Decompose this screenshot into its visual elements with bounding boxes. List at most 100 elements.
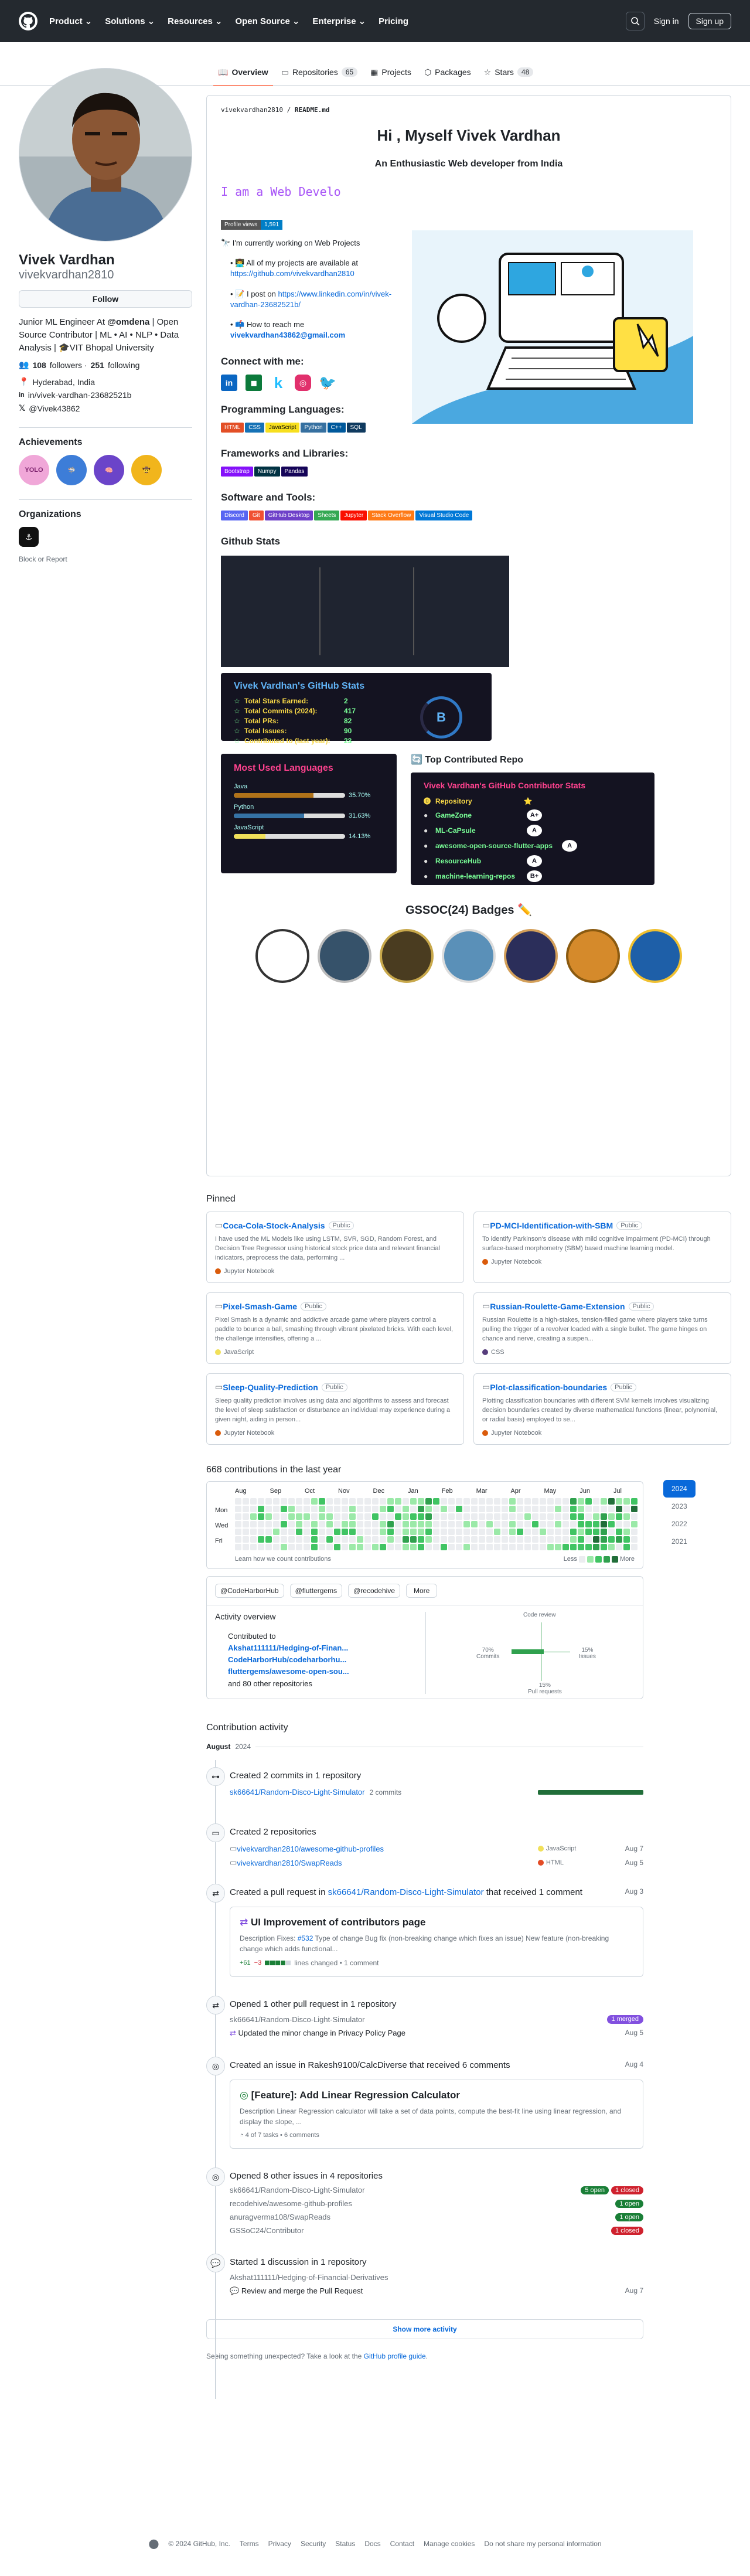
tab-stars[interactable]: ☆ Stars 48	[484, 59, 534, 86]
contribution-day[interactable]	[250, 1544, 257, 1550]
contribution-day[interactable]	[418, 1506, 424, 1512]
contribution-day[interactable]	[524, 1529, 531, 1535]
contribution-day[interactable]	[304, 1536, 310, 1543]
contribution-day[interactable]	[433, 1498, 439, 1505]
contribution-day[interactable]	[540, 1513, 546, 1520]
yolo-achievement-icon[interactable]: YOLO	[19, 455, 49, 486]
more-orgs-button[interactable]: More	[406, 1584, 438, 1598]
twitter-link[interactable]: @Vivek43862	[29, 404, 80, 413]
contribution-day[interactable]	[631, 1544, 638, 1550]
contribution-day[interactable]	[456, 1513, 462, 1520]
contribution-day[interactable]	[372, 1513, 379, 1520]
tab-projects[interactable]: ▦ Projects	[370, 59, 411, 86]
contribution-day[interactable]	[243, 1498, 249, 1505]
contribution-day[interactable]	[342, 1513, 348, 1520]
contribution-day[interactable]	[235, 1529, 241, 1535]
footer-security-link[interactable]: Security	[301, 2540, 326, 2548]
contribution-day[interactable]	[311, 1544, 318, 1550]
contribution-day[interactable]	[372, 1529, 379, 1535]
contribution-day[interactable]	[372, 1521, 379, 1527]
contribution-day[interactable]	[517, 1498, 523, 1505]
org-filter-recodehive[interactable]: @recodehive	[348, 1584, 400, 1598]
org-filter-codeharborhub[interactable]: @CodeHarborHub	[215, 1584, 284, 1598]
contribution-day[interactable]	[463, 1544, 470, 1550]
year-2024[interactable]: 2024	[663, 1480, 696, 1498]
contribution-day[interactable]	[319, 1513, 325, 1520]
contribution-day[interactable]	[471, 1521, 478, 1527]
contribution-day[interactable]	[311, 1498, 318, 1505]
contribution-day[interactable]	[403, 1529, 409, 1535]
contribution-day[interactable]	[547, 1506, 554, 1512]
pinned-repo-link[interactable]: Russian-Roulette-Game-Extension	[490, 1302, 625, 1311]
contribution-day[interactable]	[235, 1521, 241, 1527]
pull-shark-achievement-icon[interactable]: 🦈	[56, 455, 87, 486]
contribution-day[interactable]	[456, 1498, 462, 1505]
contribution-day[interactable]	[372, 1498, 379, 1505]
contribution-day[interactable]	[265, 1536, 272, 1543]
contribution-day[interactable]	[288, 1536, 295, 1543]
kaggle-social-icon[interactable]: k	[270, 374, 287, 392]
contribution-day[interactable]	[258, 1544, 264, 1550]
contribution-day[interactable]	[425, 1529, 432, 1535]
footer-github-icon[interactable]: ⬤	[148, 2538, 159, 2550]
contribution-day[interactable]	[304, 1521, 310, 1527]
contribution-day[interactable]	[311, 1506, 318, 1512]
contribution-day[interactable]	[380, 1529, 386, 1535]
contribution-day[interactable]	[471, 1544, 478, 1550]
contribution-day[interactable]	[281, 1498, 287, 1505]
contribution-day[interactable]	[601, 1521, 607, 1527]
contribution-day[interactable]	[425, 1521, 432, 1527]
contribution-day[interactable]	[524, 1506, 531, 1512]
contribution-day[interactable]	[486, 1544, 493, 1550]
contribution-day[interactable]	[425, 1536, 432, 1543]
contribution-day[interactable]	[235, 1498, 241, 1505]
contribution-day[interactable]	[578, 1544, 584, 1550]
contribution-day[interactable]	[395, 1506, 401, 1512]
tab-repositories[interactable]: ▭ Repositories 65	[281, 59, 358, 86]
contribution-day[interactable]	[623, 1544, 630, 1550]
contribution-day[interactable]	[273, 1536, 279, 1543]
contribution-day[interactable]	[380, 1544, 386, 1550]
search-icon[interactable]	[625, 12, 645, 30]
contribution-day[interactable]	[296, 1513, 302, 1520]
contribution-day[interactable]	[433, 1536, 439, 1543]
year-2023[interactable]: 2023	[663, 1498, 696, 1515]
contribution-day[interactable]	[532, 1521, 538, 1527]
contribution-day[interactable]	[562, 1529, 569, 1535]
contribution-day[interactable]	[425, 1544, 432, 1550]
footer-privacy-choice-link[interactable]: Do not share my personal information	[484, 2540, 601, 2548]
contribution-day[interactable]	[601, 1529, 607, 1535]
contribution-day[interactable]	[555, 1536, 561, 1543]
twitter-social-icon[interactable]: 🐦	[319, 375, 336, 391]
galaxy-brain-achievement-icon[interactable]: 🧠	[94, 455, 124, 486]
contribution-day[interactable]	[243, 1536, 249, 1543]
pinned-repo-link[interactable]: Pixel-Smash-Game	[223, 1302, 297, 1311]
contribution-day[interactable]	[517, 1513, 523, 1520]
footer-status-link[interactable]: Status	[335, 2540, 355, 2548]
contribution-day[interactable]	[243, 1506, 249, 1512]
contribution-day[interactable]	[540, 1506, 546, 1512]
contribution-day[interactable]	[319, 1529, 325, 1535]
contribution-day[interactable]	[532, 1506, 538, 1512]
pinned-repo-link[interactable]: Coca-Cola-Stock-Analysis	[223, 1221, 325, 1230]
contribution-day[interactable]	[364, 1506, 371, 1512]
contribution-day[interactable]	[585, 1529, 592, 1535]
contribution-day[interactable]	[410, 1506, 417, 1512]
contribution-day[interactable]	[623, 1536, 630, 1543]
contribution-day[interactable]	[304, 1529, 310, 1535]
contribution-day[interactable]	[342, 1506, 348, 1512]
pinned-repo-card[interactable]: ▭ Plot-classification-boundaries Public Pl…	[473, 1373, 731, 1445]
contribution-day[interactable]	[608, 1536, 615, 1543]
contribution-day[interactable]	[448, 1529, 455, 1535]
contribution-day[interactable]	[441, 1536, 447, 1543]
contribution-day[interactable]	[570, 1529, 577, 1535]
contribution-day[interactable]	[479, 1521, 485, 1527]
contribution-day[interactable]	[623, 1521, 630, 1527]
contribution-day[interactable]	[509, 1521, 516, 1527]
contribution-day[interactable]	[349, 1536, 356, 1543]
contribution-day[interactable]	[364, 1513, 371, 1520]
contribution-day[interactable]	[410, 1521, 417, 1527]
contribution-day[interactable]	[616, 1529, 622, 1535]
contribution-day[interactable]	[547, 1536, 554, 1543]
contribution-day[interactable]	[623, 1513, 630, 1520]
